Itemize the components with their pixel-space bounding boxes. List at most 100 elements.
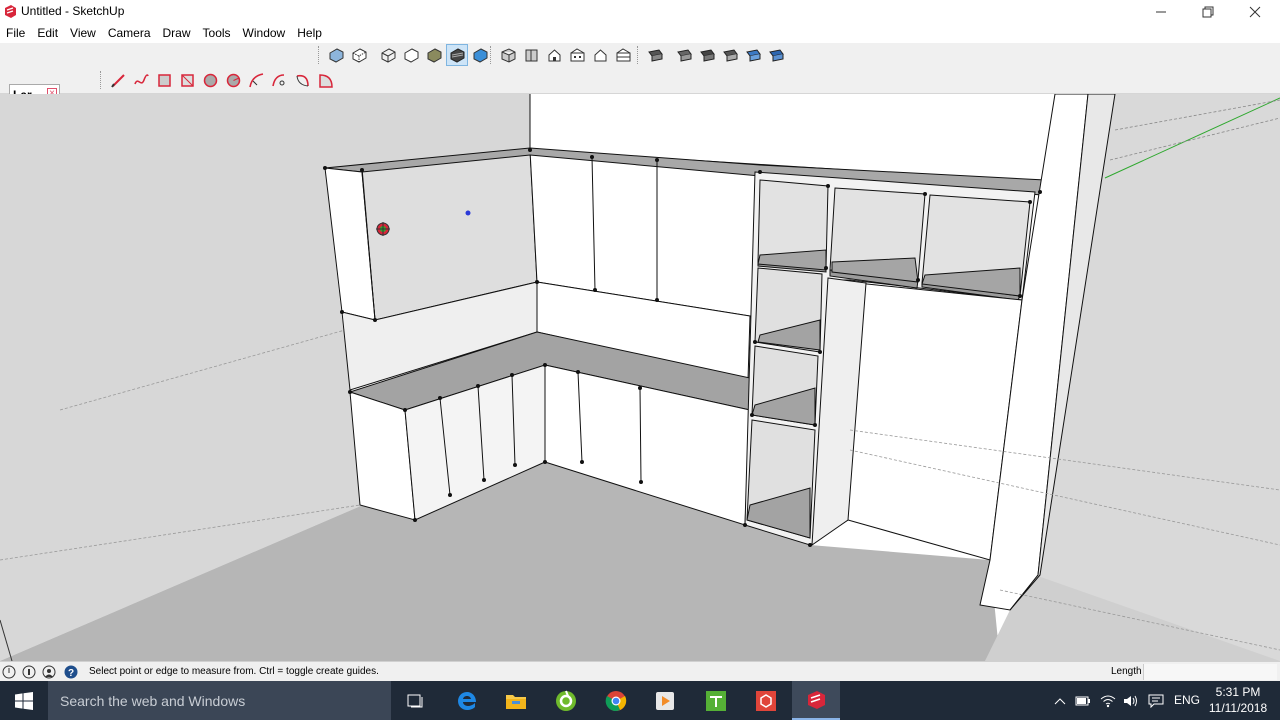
close-button[interactable] — [1232, 0, 1278, 24]
show-hidden-icons-button[interactable] — [1050, 681, 1070, 720]
measurements-label: Length — [1111, 666, 1142, 677]
right-view-button[interactable] — [566, 44, 588, 66]
menu-view[interactable]: View — [64, 24, 102, 43]
right-view-icon — [570, 47, 584, 61]
drawing-viewport[interactable] — [0, 94, 1280, 661]
credits-icon[interactable] — [22, 665, 36, 679]
media-player-icon — [656, 691, 674, 710]
three-point-arc-button[interactable] — [291, 69, 313, 91]
sketchup-recorder-button[interactable] — [742, 681, 790, 720]
wifi-button[interactable] — [1098, 681, 1118, 720]
svg-text:?: ? — [68, 668, 74, 679]
volume-button[interactable] — [1121, 681, 1141, 720]
rotated-rectangle-icon — [180, 73, 194, 87]
arc-icon — [248, 72, 263, 87]
rotated-rectangle-button[interactable] — [176, 69, 198, 91]
polygon-button[interactable] — [222, 69, 244, 91]
battery-button[interactable] — [1073, 681, 1093, 720]
user-icon[interactable] — [42, 665, 56, 679]
menu-camera[interactable]: Camera — [102, 24, 157, 43]
line-button[interactable] — [107, 69, 129, 91]
battery-icon — [1075, 696, 1090, 705]
back-view-icon — [594, 48, 606, 61]
back-edges-button[interactable] — [348, 44, 370, 66]
input-language[interactable]: ENG — [1174, 693, 1200, 707]
pie-button[interactable] — [314, 69, 336, 91]
camtasia-recorder-icon — [706, 690, 726, 711]
xray-button[interactable] — [325, 44, 347, 66]
status-bar: ? Select point or edge to measure from. … — [0, 661, 1280, 681]
folder-icon — [506, 694, 526, 709]
task-view-icon — [407, 694, 423, 707]
top-view-icon — [525, 49, 537, 61]
toolbar-grip[interactable] — [637, 46, 640, 64]
file-explorer-button[interactable] — [492, 681, 540, 720]
taskbar-clock[interactable]: 5:31 PM 11/11/2018 — [1203, 684, 1273, 716]
section-blue-button[interactable] — [742, 44, 764, 66]
model-scene[interactable] — [0, 94, 1280, 661]
menu-file[interactable]: File — [0, 24, 31, 43]
wifi-icon — [1100, 695, 1116, 707]
start-button[interactable] — [0, 681, 48, 720]
two-point-arc-button[interactable] — [268, 69, 290, 91]
restore-button[interactable] — [1185, 0, 1231, 24]
menu-draw[interactable]: Draw — [157, 24, 197, 43]
status-message: Select point or edge to measure from. Ct… — [89, 666, 379, 677]
display-section-planes-button[interactable] — [673, 44, 695, 66]
top-view-button[interactable] — [520, 44, 542, 66]
sections-toolbar — [637, 43, 788, 67]
minimize-button[interactable] — [1138, 0, 1184, 24]
menu-edit[interactable]: Edit — [31, 24, 64, 43]
media-player-button[interactable] — [641, 681, 689, 720]
toolbar-grip[interactable] — [490, 46, 493, 64]
back-view-button[interactable] — [589, 44, 611, 66]
section-blue-alt-button[interactable] — [765, 44, 787, 66]
task-view-button[interactable] — [392, 681, 440, 720]
camtasia-button[interactable] — [542, 681, 590, 720]
back-edges-icon — [352, 47, 366, 63]
camtasia-recorder-button[interactable] — [692, 681, 740, 720]
chrome-button[interactable] — [592, 681, 640, 720]
display-section-cuts-icon — [699, 48, 715, 62]
iso-view-button[interactable] — [497, 44, 519, 66]
hidden-line-button[interactable] — [400, 44, 422, 66]
instructor-help-icon[interactable]: ? — [64, 665, 78, 679]
geolocation-icon[interactable] — [2, 665, 16, 679]
sketchup-taskbar-button[interactable] — [792, 681, 840, 720]
left-view-button[interactable] — [612, 44, 634, 66]
front-view-button[interactable] — [543, 44, 565, 66]
menu-bar: File Edit View Camera Draw Tools Window … — [0, 24, 1280, 43]
freehand-button[interactable] — [130, 69, 152, 91]
freehand-icon — [133, 73, 149, 84]
taskbar-search[interactable]: Search the web and Windows — [48, 681, 391, 720]
drawing-toolbar — [100, 68, 337, 92]
arc-button[interactable] — [245, 69, 267, 91]
inference-point — [465, 210, 471, 216]
shaded-button[interactable] — [423, 44, 445, 66]
section-blue-icon — [745, 48, 761, 62]
views-toolbar — [490, 43, 635, 67]
menu-tools[interactable]: Tools — [197, 24, 237, 43]
display-section-planes-icon — [676, 48, 692, 62]
toolbar-grip[interactable] — [318, 46, 321, 64]
edge-browser-button[interactable] — [443, 681, 491, 720]
rectangle-button[interactable] — [153, 69, 175, 91]
measurements-input[interactable] — [1143, 664, 1277, 680]
shaded-icon — [427, 47, 441, 63]
circle-button[interactable] — [199, 69, 221, 91]
shaded-textures-button[interactable] — [446, 44, 468, 66]
wireframe-button[interactable] — [377, 44, 399, 66]
menu-help[interactable]: Help — [291, 24, 328, 43]
toolbar-grip[interactable] — [100, 71, 103, 89]
toolbar-area — [0, 43, 1280, 94]
display-section-fill-button[interactable] — [719, 44, 741, 66]
edge-icon — [458, 691, 476, 710]
monochrome-button[interactable] — [469, 44, 491, 66]
windows-logo-icon — [15, 691, 33, 710]
display-section-cuts-button[interactable] — [696, 44, 718, 66]
action-center-button[interactable] — [1145, 681, 1167, 720]
menu-window[interactable]: Window — [237, 24, 292, 43]
section-plane-button[interactable] — [644, 44, 666, 66]
front-view-icon — [548, 48, 560, 61]
xray-icon — [329, 47, 343, 63]
